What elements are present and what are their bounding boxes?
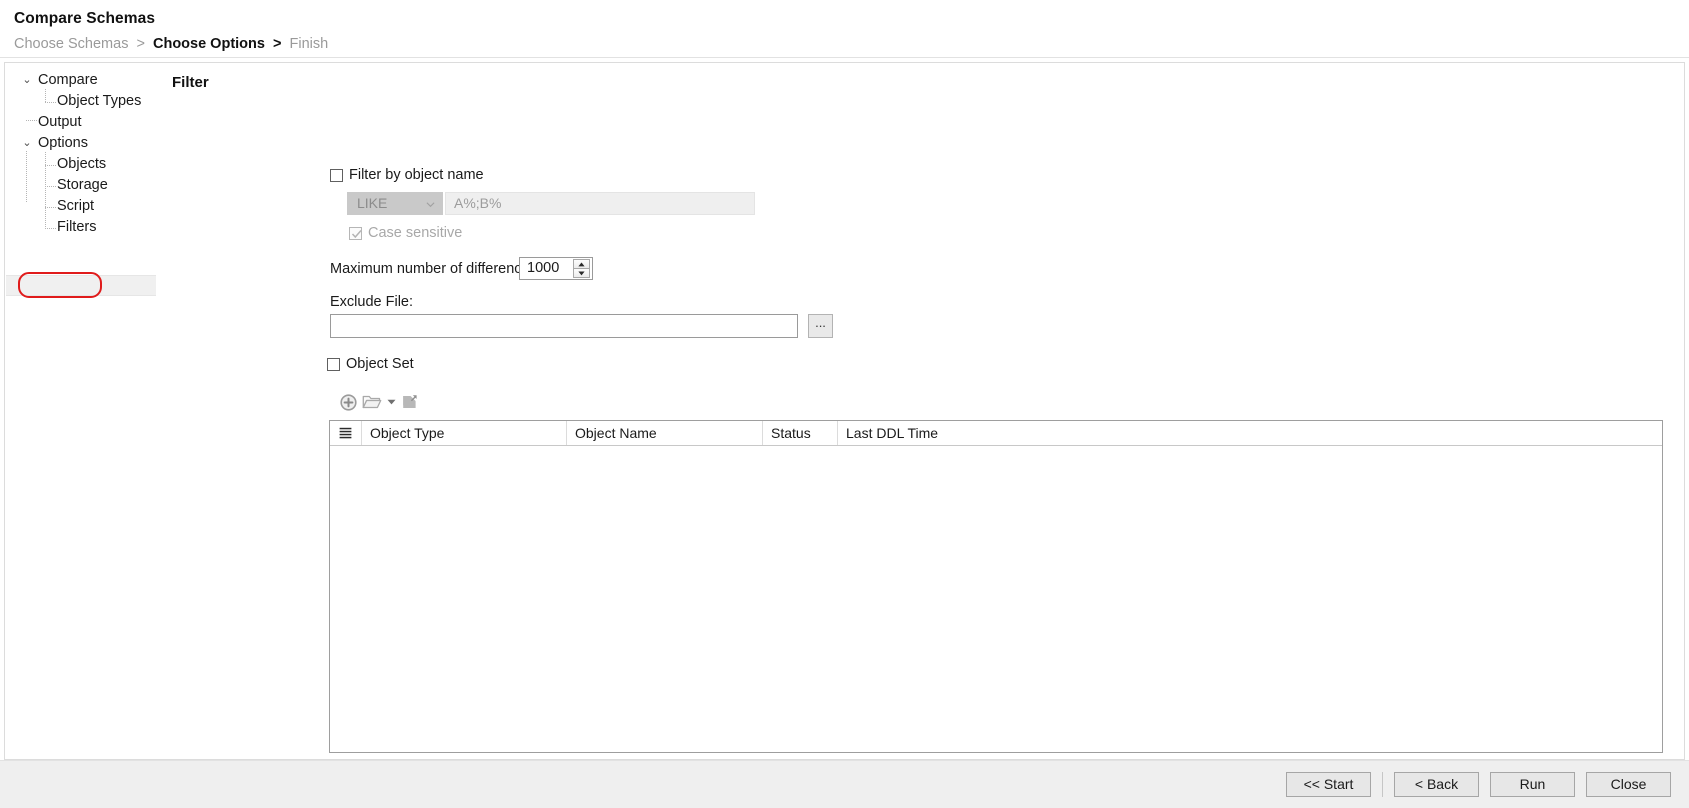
check-icon <box>351 229 362 238</box>
caret-down-icon <box>387 399 395 405</box>
stepper-buttons[interactable] <box>573 259 590 278</box>
grid-column-status[interactable]: Status <box>763 421 838 445</box>
checkbox-box[interactable] <box>327 357 340 371</box>
tree-item-label: Objects <box>57 156 107 172</box>
grid-header-row: Object Type Object Name Status Last DDL … <box>330 421 1662 446</box>
section-title: Filter <box>172 74 209 91</box>
exclude-file-browse-button[interactable]: ... <box>808 314 833 338</box>
tree-item-label: Object Types <box>57 93 142 109</box>
tree-item-output[interactable]: Output <box>5 112 156 133</box>
grid-body[interactable] <box>330 446 1662 752</box>
object-set-grid[interactable]: Object Type Object Name Status Last DDL … <box>329 420 1663 753</box>
chevron-down-icon[interactable] <box>384 390 398 414</box>
breadcrumb-item-choose-options[interactable]: Choose Options <box>153 36 265 52</box>
grid-column-object-name[interactable]: Object Name <box>567 421 763 445</box>
wizard-footer-buttons: << Start < Back Run Close <box>1275 772 1671 797</box>
grid-column-last-ddl-time[interactable]: Last DDL Time <box>838 421 1662 445</box>
add-circle-icon <box>339 393 357 411</box>
tree-item-label: Script <box>57 198 95 214</box>
wizard-footer: << Start < Back Run Close <box>0 760 1689 808</box>
tree-item-label: Filters <box>57 219 97 235</box>
wizard-body: ⌄ Compare Object Types Output ⌄ Options … <box>4 62 1685 760</box>
chevron-down-icon[interactable]: ⌄ <box>19 133 35 154</box>
tree-selection-highlight <box>6 275 156 296</box>
tree-item-storage[interactable]: Storage <box>5 175 156 196</box>
tree-item-label: Storage <box>57 177 108 193</box>
breadcrumb-separator: > <box>136 36 145 52</box>
tree-item-label: Output <box>38 114 82 130</box>
stepper-down-button[interactable] <box>573 269 590 278</box>
object-set-checkbox[interactable]: Object Set <box>327 356 414 372</box>
breadcrumb-item-finish[interactable]: Finish <box>290 36 329 52</box>
back-button[interactable]: < Back <box>1394 772 1479 797</box>
wizard-header: Compare Schemas Choose Schemas > Choose … <box>0 0 1689 52</box>
breadcrumb: Choose Schemas > Choose Options > Finish <box>14 36 1689 52</box>
max-differences-value[interactable]: 1000 <box>527 260 559 276</box>
export-icon[interactable] <box>398 390 422 414</box>
run-button[interactable]: Run <box>1490 772 1575 797</box>
tree-item-objects[interactable]: Objects <box>5 154 156 175</box>
open-folder-icon <box>362 395 382 409</box>
page-title: Compare Schemas <box>14 10 156 27</box>
max-differences-stepper[interactable]: 1000 <box>519 257 593 280</box>
max-differences-label: Maximum number of differences: <box>330 261 541 277</box>
object-set-toolbar <box>336 390 446 414</box>
filter-by-object-name-checkbox[interactable]: Filter by object name <box>330 167 484 183</box>
filter-pattern-placeholder: A%;B% <box>454 195 502 211</box>
caret-down-icon <box>578 271 585 275</box>
start-button[interactable]: << Start <box>1286 772 1371 797</box>
exclude-file-label: Exclude File: <box>330 294 414 310</box>
checkbox-box[interactable] <box>349 226 362 240</box>
stepper-up-button[interactable] <box>573 259 590 269</box>
grid-column-object-type[interactable]: Object Type <box>362 421 567 445</box>
options-tree[interactable]: ⌄ Compare Object Types Output ⌄ Options … <box>4 62 156 760</box>
button-separator <box>1382 772 1383 797</box>
list-columns-icon <box>339 427 352 438</box>
match-operator-value: LIKE <box>357 195 388 211</box>
breadcrumb-item-choose-schemas[interactable]: Choose Schemas <box>14 36 128 52</box>
grid-column-selector[interactable] <box>330 421 362 445</box>
export-icon <box>403 395 417 408</box>
tree-item-compare[interactable]: ⌄ Compare <box>5 70 156 91</box>
chevron-down-icon <box>426 202 435 208</box>
tree-item-options[interactable]: ⌄ Options <box>5 133 156 154</box>
case-sensitive-checkbox[interactable]: Case sensitive <box>349 225 462 241</box>
filter-options-panel: Filter Filter by object name LIKE A%;B% … <box>156 62 1685 760</box>
checkbox-box[interactable] <box>330 168 343 182</box>
checkbox-label: Object Set <box>346 356 414 372</box>
chevron-down-icon[interactable]: ⌄ <box>19 70 35 91</box>
tree-item-label: Compare <box>38 72 98 88</box>
header-divider <box>0 57 1689 58</box>
breadcrumb-separator: > <box>273 36 282 52</box>
close-button[interactable]: Close <box>1586 772 1671 797</box>
filter-pattern-input[interactable]: A%;B% <box>445 192 755 215</box>
match-operator-select[interactable]: LIKE <box>347 192 443 215</box>
tree-item-script[interactable]: Script <box>5 196 156 217</box>
open-folder-icon[interactable] <box>360 390 384 414</box>
add-icon[interactable] <box>336 390 360 414</box>
tree-item-filters[interactable]: Filters <box>5 217 156 238</box>
exclude-file-input[interactable] <box>330 314 798 338</box>
tree-item-label: Options <box>38 135 88 151</box>
tree-item-object-types[interactable]: Object Types <box>5 91 156 112</box>
checkbox-label: Case sensitive <box>368 225 463 241</box>
checkbox-label: Filter by object name <box>349 167 484 183</box>
caret-up-icon <box>578 262 585 266</box>
